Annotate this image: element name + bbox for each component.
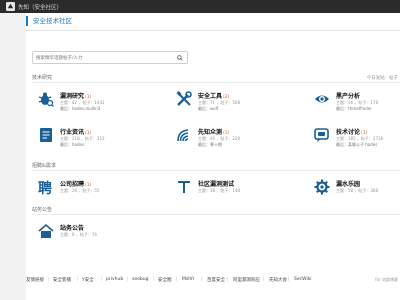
- footer-link[interactable]: 阿里漏洞响应: [233, 277, 260, 283]
- test-icon: [178, 181, 190, 193]
- forum-name[interactable]: 站务公告: [60, 225, 84, 232]
- separator: |: [227, 277, 229, 282]
- footer-right-text[interactable]: for 站群博客: [375, 277, 398, 283]
- forum-item-blackmarket[interactable]: 黑产分析 主题：16 ，帖子：178 最后：threatfinder: [314, 91, 398, 117]
- forum-item-announcement[interactable]: 站务公告 主题：8 ，帖子：76: [38, 223, 168, 249]
- section-right-link[interactable]: 今日发贴 · 帖子: [367, 74, 398, 83]
- separator: |: [153, 277, 155, 282]
- forum-name[interactable]: 安全工具: [198, 93, 222, 100]
- forum-name[interactable]: 社区漏洞测试: [198, 181, 234, 188]
- forum-item-discussion[interactable]: 技术讨论(1) 主题：185 ，帖子：2738 最后：某聊公子 hades: [314, 127, 398, 153]
- forum-stats: 主题：8 ，帖子：76: [60, 232, 97, 237]
- forum-item-news[interactable]: 行业资讯(1) 主题：218 ，帖子：353 最后：hades: [38, 127, 168, 153]
- forum-stats: 主题：58 ，帖子：368: [336, 188, 378, 193]
- separator: |: [127, 277, 129, 282]
- footer-link[interactable]: privhub: [106, 277, 123, 282]
- footer-link[interactable]: 安全圈: [158, 277, 172, 283]
- footer-link[interactable]: 安全客播: [53, 277, 71, 283]
- separator: |: [101, 277, 103, 282]
- forum-stats: 主题：38 ，帖子：148: [198, 188, 240, 193]
- forum-name[interactable]: 先知众测: [198, 129, 222, 136]
- bug-icon: [38, 92, 54, 107]
- section-header-recruit: 招聘&需求: [32, 162, 400, 171]
- top-bar: 先知（安全社区）: [0, 0, 400, 13]
- separator: |: [77, 277, 79, 282]
- section-title: 技术研究: [32, 75, 53, 81]
- forum-name[interactable]: 黑产分析: [336, 93, 360, 100]
- footer-link[interactable]: 百度安全: [207, 277, 225, 283]
- last-poster[interactable]: 最后：hades.mullin3: [60, 106, 100, 112]
- hire-icon: 聘: [38, 180, 52, 195]
- search-box[interactable]: [32, 51, 188, 64]
- forum-name[interactable]: 漏水乐园: [336, 181, 360, 188]
- house-icon: [38, 223, 54, 238]
- section-title: 招聘&需求: [32, 163, 56, 169]
- section-header-tech: 技术研究 今日发贴 · 帖子: [32, 74, 400, 83]
- separator: |: [48, 277, 50, 282]
- search-icon[interactable]: [177, 55, 183, 61]
- page-title: 安全技术社区: [26, 16, 72, 26]
- footer-link[interactable]: 先知大会: [269, 277, 287, 283]
- site-name[interactable]: 先知（安全社区）: [18, 3, 62, 11]
- chat-icon: [314, 128, 329, 142]
- last-poster[interactable]: 最后：wolf: [198, 106, 218, 112]
- last-poster[interactable]: 最后：某聊公子 hades: [336, 142, 377, 148]
- separator: |: [201, 277, 203, 282]
- forum-name[interactable]: 公司招聘: [60, 181, 84, 188]
- section-header-notice: 站务公告: [32, 206, 400, 215]
- site-logo-icon[interactable]: [6, 2, 15, 11]
- separator: |: [288, 277, 290, 282]
- svg-text:聘: 聘: [38, 180, 52, 195]
- footer-link[interactable]: SecWiki: [294, 277, 312, 282]
- forum-item-vuln[interactable]: 漏洞研究(1) 主题：82 ，帖子：1442 最后：hades.mullin3: [38, 91, 168, 117]
- forum-item-park[interactable]: 漏水乐园 主题：58 ，帖子：368: [314, 179, 398, 205]
- main-content: 安全技术社区 技术研究 今日发贴 · 帖子 漏洞研究(1) 主题：82 ，帖子：…: [26, 13, 400, 300]
- eye-icon: [315, 95, 329, 103]
- footer-link[interactable]: seebug: [132, 277, 148, 282]
- forum-item-tools[interactable]: 安全工具(2) 主题：71 ，帖子：508 最后：wolf: [176, 91, 306, 117]
- separator: |: [263, 277, 265, 282]
- separator: |: [176, 277, 178, 282]
- section-title: 站务公告: [32, 207, 53, 213]
- forum-stats: 主题：26 ，帖子：55: [60, 188, 100, 193]
- tools-icon: [176, 91, 192, 106]
- signal-icon: [177, 129, 189, 142]
- news-icon: [40, 128, 52, 142]
- forum-item-crowdtest[interactable]: 先知众测(1) 主题：40 ，帖子：229 最后：寒十朗: [176, 127, 306, 153]
- footer-link[interactable]: Y安全: [82, 277, 94, 283]
- forum-name[interactable]: 行业资讯: [60, 129, 84, 136]
- footer-link[interactable]: 友情链接: [26, 277, 44, 283]
- last-poster[interactable]: 最后：threatfinder: [336, 106, 372, 112]
- forum-name[interactable]: 漏洞研究: [60, 93, 84, 100]
- last-poster[interactable]: 最后：hades: [60, 142, 84, 148]
- search-input[interactable]: [36, 54, 171, 62]
- footer-links: 友情链接 | 安全客播 | Y安全 | privhub | seebug | 安…: [26, 275, 400, 287]
- footer-link[interactable]: Mshfr: [182, 277, 195, 282]
- forum-item-hiring[interactable]: 聘 公司招聘(1) 主题：26 ，帖子：55: [38, 179, 168, 205]
- last-poster[interactable]: 最后：寒十朗: [198, 142, 222, 148]
- forum-item-communitytest[interactable]: 社区漏洞测试 主题：38 ，帖子：148: [176, 179, 306, 205]
- divider: [26, 30, 400, 31]
- forum-name[interactable]: 技术讨论: [336, 129, 360, 136]
- gear-icon: [314, 179, 330, 195]
